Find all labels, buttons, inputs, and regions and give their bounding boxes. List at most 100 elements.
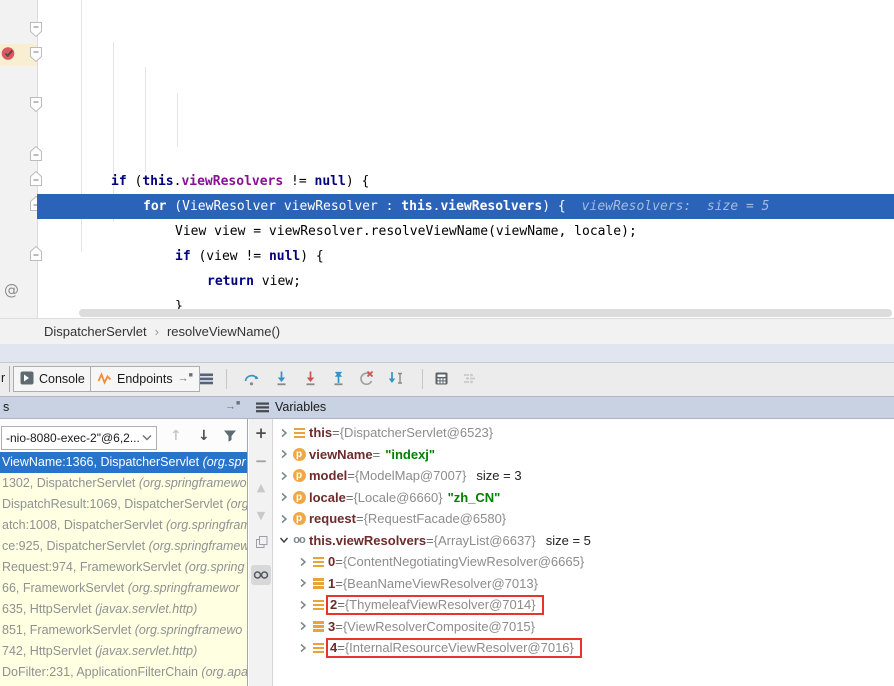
step-out-button[interactable] <box>330 370 348 388</box>
collection-size: size = 5 <box>546 533 591 548</box>
frame-package: (org.spring <box>185 560 245 574</box>
drop-frame-button[interactable] <box>358 370 376 388</box>
variable-name: this.viewResolvers <box>309 533 426 548</box>
variable-string-value: "zh_CN" <box>448 490 501 505</box>
chevron-right-icon[interactable] <box>277 514 291 524</box>
thread-dropdown[interactable]: -nio-8080-exec-2"@6,2... <box>1 426 157 450</box>
variables-toolbar: + − ▲ ▼ <box>249 419 273 686</box>
breadcrumb-item-class[interactable]: DispatcherServlet <box>44 324 147 339</box>
frame-row[interactable]: 742, HttpServlet (javax.servlet.http) <box>0 641 247 662</box>
frame-package: (org.springframew <box>149 539 247 553</box>
frame-row[interactable]: DoFilter:231, ApplicationFilterChain (or… <box>0 662 247 683</box>
chevron-right-icon[interactable] <box>296 600 310 610</box>
frame-row[interactable]: 1302, DispatcherServlet (org.springframe… <box>0 473 247 494</box>
tab-endpoints-label: Endpoints <box>117 372 173 386</box>
move-watch-up-button[interactable]: ▲ <box>249 481 273 494</box>
code-token: ) { <box>300 249 323 264</box>
frame-row[interactable]: 66, FrameworkServlet (org.springframewor <box>0 578 247 599</box>
variable-row[interactable]: pviewName = "indexj" <box>274 444 892 466</box>
variables-panel-header[interactable]: Variables <box>256 400 326 414</box>
add-watch-button[interactable]: + <box>249 424 273 442</box>
duplicate-watch-icon[interactable] <box>249 535 273 555</box>
ide-debug-window: @ if (this.viewResolvers != null) {for (… <box>0 0 894 686</box>
code-token: ( <box>127 174 143 189</box>
evaluate-expression-icon[interactable] <box>433 370 451 388</box>
variable-row[interactable]: plocale = {Locale@6660}"zh_CN" <box>274 487 892 509</box>
variable-row[interactable]: 0 = {ContentNegotiatingViewResolver@6665… <box>274 551 892 573</box>
variable-type-icon <box>310 577 326 591</box>
indent-guide <box>145 67 146 172</box>
value-icon <box>313 641 324 655</box>
code-editor[interactable]: @ if (this.viewResolvers != null) {for (… <box>0 0 894 318</box>
frames-panel: -nio-8080-exec-2"@6,2... ↑ ↓ ViewName:13… <box>0 419 248 686</box>
tab-endpoints[interactable]: Endpoints →■ <box>90 366 200 392</box>
variable-text: locale = {Locale@6660}"zh_CN" <box>309 490 500 505</box>
variable-row[interactable]: 1 = {BeanNameViewResolver@7013} <box>274 573 892 595</box>
frames-panel-header-cut-label: s <box>3 400 9 414</box>
chevron-right-icon[interactable] <box>277 492 291 502</box>
variable-row[interactable]: pmodel = {ModelMap@7007}size = 3 <box>274 465 892 487</box>
variable-row[interactable]: 4 = {InternalResourceViewResolver@7016} <box>274 637 892 659</box>
force-step-into-button[interactable] <box>302 370 320 388</box>
frame-row[interactable]: Request:974, FrameworkServlet (org.sprin… <box>0 557 247 578</box>
code-token: ) { <box>346 174 369 189</box>
frame-row[interactable]: ViewName:1366, DispatcherServlet (org.sp… <box>0 452 247 473</box>
variable-row[interactable]: prequest = {RequestFacade@6580} <box>274 508 892 530</box>
variable-row[interactable]: oothis.viewResolvers = {ArrayList@6637}s… <box>274 530 892 552</box>
chevron-right-icon[interactable] <box>296 557 310 567</box>
chevron-right-icon[interactable] <box>296 643 310 653</box>
threads-view-icon[interactable] <box>198 370 216 388</box>
previous-frame-button[interactable]: ↑ <box>170 428 182 444</box>
step-into-button[interactable] <box>273 370 291 388</box>
variable-row[interactable]: 2 = {ThymeleafViewResolver@7014} <box>274 594 892 616</box>
code-line[interactable]: return view; <box>37 269 894 294</box>
frames-header-jump-arrow-icon[interactable]: →■ <box>225 400 240 413</box>
variables-tree[interactable]: this = {DispatcherServlet@6523}pviewName… <box>274 422 892 684</box>
frame-package: (javax.servlet.http) <box>95 602 197 616</box>
chevron-right-icon[interactable] <box>296 578 310 588</box>
chevron-right-icon[interactable] <box>277 428 291 438</box>
remove-watch-button[interactable]: − <box>249 452 273 470</box>
variable-row[interactable]: this = {DispatcherServlet@6523} <box>274 422 892 444</box>
code-token: this <box>401 199 432 214</box>
frames-list[interactable]: ViewName:1366, DispatcherServlet (org.sp… <box>0 452 247 686</box>
chevron-right-icon[interactable] <box>296 621 310 631</box>
filter-frames-icon[interactable] <box>222 428 238 448</box>
breadcrumb-item-method[interactable]: resolveViewName() <box>167 324 280 339</box>
breakpoint-verified-icon[interactable] <box>1 46 17 66</box>
value-icon <box>313 598 324 612</box>
show-watches-toggle[interactable] <box>251 565 271 585</box>
run-to-cursor-button[interactable] <box>387 370 405 388</box>
variable-name: viewName <box>309 447 373 462</box>
chevron-right-icon[interactable] <box>277 449 291 459</box>
frame-location: ce:925, DispatcherServlet <box>2 539 149 553</box>
variable-row[interactable]: 3 = {ViewResolverComposite@7015} <box>274 616 892 638</box>
code-token: != <box>283 174 314 189</box>
frame-row[interactable]: atch:1008, DispatcherServlet (org.spring… <box>0 515 247 536</box>
parameter-icon: p <box>293 448 306 461</box>
code-token: (ViewResolver viewResolver : <box>166 199 401 214</box>
next-frame-button[interactable]: ↓ <box>198 428 210 444</box>
step-over-button[interactable] <box>243 370 261 388</box>
endpoints-icon <box>97 371 112 388</box>
chevron-down-icon[interactable] <box>277 535 291 545</box>
code-line[interactable]: if (this.viewResolvers != null) { <box>37 169 894 194</box>
debugger-tab-cut-label[interactable]: r <box>1 371 5 385</box>
frame-row[interactable]: 635, HttpServlet (javax.servlet.http) <box>0 599 247 620</box>
frame-row[interactable]: DispatchResult:1069, DispatcherServlet (… <box>0 494 247 515</box>
variable-name: 3 <box>328 619 335 634</box>
editor-horizontal-scrollbar[interactable] <box>79 309 892 317</box>
code-line[interactable]: if (view != null) { <box>37 244 894 269</box>
frame-row[interactable]: ce:925, DispatcherServlet (org.springfra… <box>0 536 247 557</box>
chevron-right-icon[interactable] <box>277 471 291 481</box>
code-token: null <box>315 174 346 189</box>
variable-value: {ArrayList@6637} <box>434 533 536 548</box>
variable-name: 0 <box>328 554 335 569</box>
move-watch-down-button[interactable]: ▼ <box>249 509 273 522</box>
code-area[interactable]: if (this.viewResolvers != null) {for (Vi… <box>37 0 894 318</box>
code-line[interactable]: View view = viewResolver.resolveViewName… <box>37 219 894 244</box>
execution-point-line[interactable]: for (ViewResolver viewResolver : this.vi… <box>37 194 894 219</box>
frame-package: (org.spr <box>203 455 246 469</box>
frame-row[interactable]: 851, FrameworkServlet (org.springframewo <box>0 620 247 641</box>
frame-package: (org.springframewo <box>135 623 243 637</box>
